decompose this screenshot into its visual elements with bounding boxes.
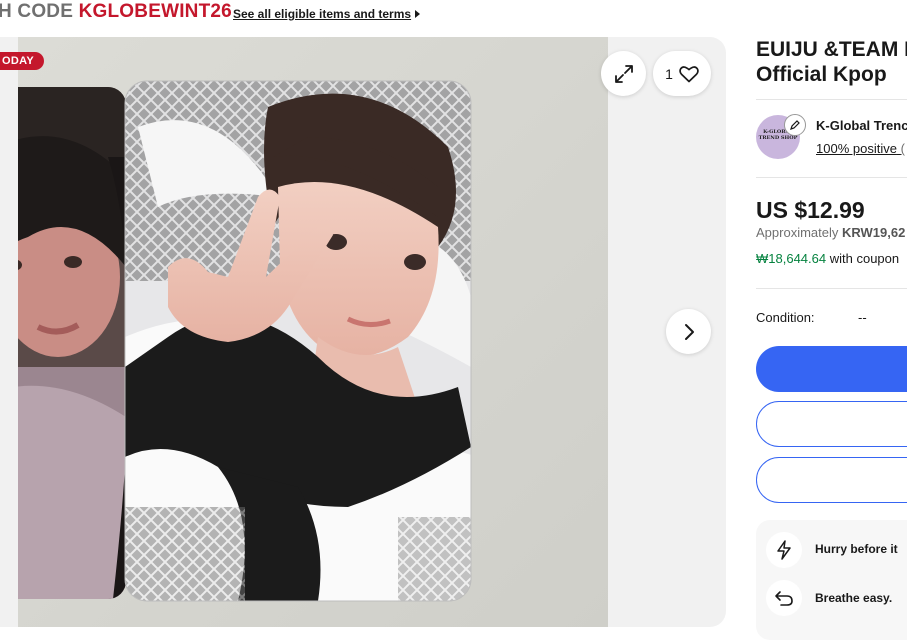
info-text-hurry: Hurry before it [815, 542, 898, 556]
divider [756, 288, 907, 289]
approx-price: Approximately KRW19,62 [756, 225, 905, 240]
see-terms-link[interactable]: See all eligible items and terms [233, 7, 421, 21]
buy-it-now-button[interactable] [756, 346, 907, 392]
watchlist-button[interactable]: 1 [653, 51, 711, 96]
seller-feedback-tail: ( [900, 141, 905, 156]
add-to-cart-button[interactable] [756, 401, 907, 447]
see-terms-label: See all eligible items and terms [233, 7, 412, 21]
divider [756, 99, 907, 100]
add-to-watchlist-button[interactable] [756, 457, 907, 503]
approx-label: Approximately [756, 225, 839, 240]
divider [756, 177, 907, 178]
listing-title-line2: Official Kpop [756, 63, 887, 86]
info-text-breathe: Breathe easy. [815, 591, 893, 605]
coupon-suffix: with coupon [829, 251, 900, 266]
deal-badge: ODAY [0, 52, 44, 70]
item-price: US $12.99 [756, 197, 865, 223]
lightning-icon [766, 532, 802, 568]
condition-value: -- [858, 310, 867, 325]
promo-code: KGLOBEWINT26 [78, 1, 232, 22]
coupon-price-value: ₩18,644.64 [756, 251, 827, 266]
info-box: Hurry before it Breathe easy. [756, 520, 907, 640]
promo-text: H CODE KGLOBEWINT26 [0, 1, 232, 23]
product-photo[interactable] [18, 37, 608, 627]
listing-title-line1: EUIJU &TEAM F [756, 38, 907, 61]
expand-button[interactable] [601, 51, 646, 96]
coupon-price: ₩18,644.64 with coupon [756, 251, 899, 266]
chevron-right-icon [684, 323, 694, 340]
triangle-right-icon [415, 10, 421, 18]
favorite-count: 1 [665, 65, 673, 82]
listing-title: EUIJU &TEAM F Official Kpop [756, 37, 907, 87]
seller-name-link[interactable]: K-Global Trenc [816, 118, 907, 133]
image-gallery: ODAY 1 [0, 37, 726, 627]
condition-label: Condition: [756, 310, 815, 325]
expand-icon [614, 64, 633, 83]
approx-value: KRW19,62 [842, 225, 906, 240]
next-image-button[interactable] [666, 309, 711, 354]
seller-feedback-text: 100% positive [816, 141, 897, 156]
promo-prefix: H CODE [0, 1, 74, 22]
heart-icon [679, 65, 699, 82]
seller-feedback-link[interactable]: 100% positive ( [816, 141, 905, 156]
pencil-icon [784, 114, 806, 136]
return-icon [766, 580, 802, 616]
promo-banner: H CODE KGLOBEWINT26 See all eligible ite… [0, 0, 907, 28]
photocard-image [18, 37, 608, 627]
